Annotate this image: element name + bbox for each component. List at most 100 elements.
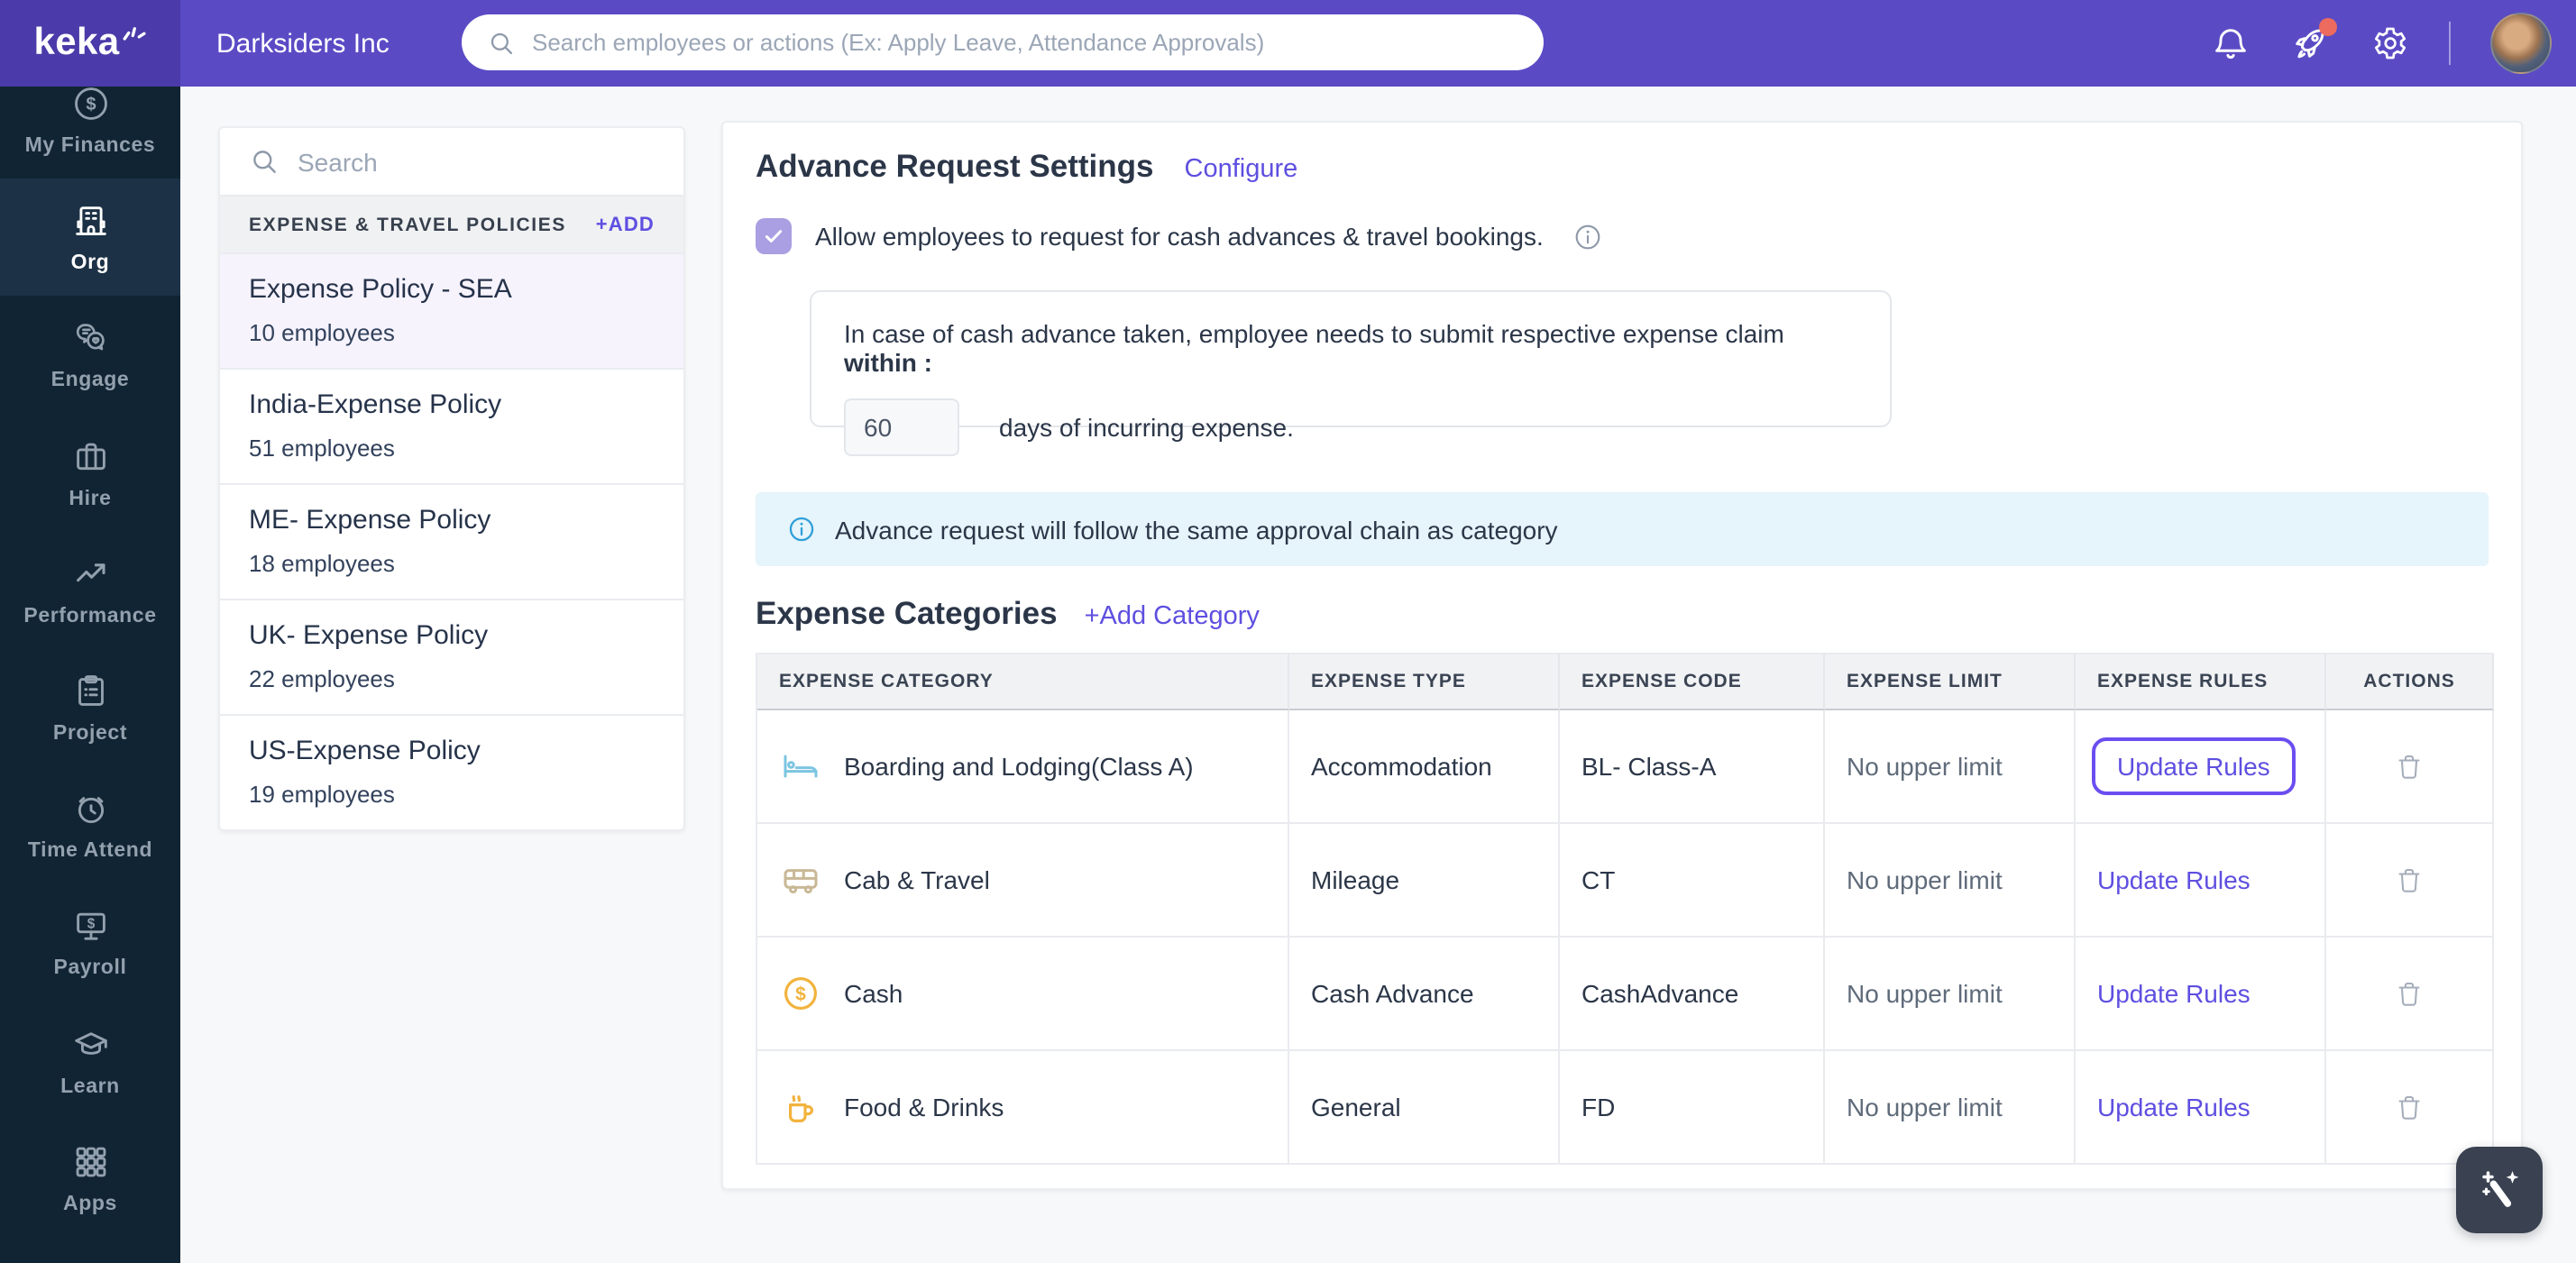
global-search-input[interactable] (532, 29, 1518, 56)
policies-search-input[interactable] (298, 147, 655, 176)
sidebar-item[interactable]: Org (0, 178, 180, 297)
col-expense-rules: EXPENSE RULES (2076, 653, 2326, 710)
sidebar-item[interactable]: Learn (0, 1002, 180, 1119)
policy-list-item[interactable]: Expense Policy - SEA 10 employees (220, 254, 683, 370)
expense-type-cell: Cash Advance (1289, 938, 1560, 1051)
policies-panel: EXPENSE & TRAVEL POLICIES +ADD Expense P… (218, 126, 685, 831)
learn-icon (69, 1023, 111, 1065)
policies-search (220, 128, 683, 197)
trash-icon[interactable] (2393, 976, 2425, 1011)
notification-dot (2318, 18, 2336, 36)
app-root: keka Darksiders Inc $ My Fi (0, 0, 2576, 1263)
policy-list-item[interactable]: US-Expense Policy 19 employees (220, 716, 683, 829)
trash-icon[interactable] (2393, 749, 2425, 783)
policy-name: India-Expense Policy (249, 389, 502, 420)
keka-logo[interactable]: keka (0, 0, 180, 87)
topbar-actions (2210, 0, 2551, 87)
logo-sparkle-icon (122, 20, 147, 45)
svg-text:$: $ (795, 984, 806, 1004)
expense-limit-cell: No upper limit (1847, 979, 2003, 1008)
sidebar-item[interactable]: Time Attend (0, 766, 180, 883)
global-search (462, 14, 1544, 70)
finance-icon: $ (69, 87, 111, 124)
hire-icon (69, 435, 111, 477)
policy-employee-count: 22 employees (249, 665, 395, 692)
sidebar-item[interactable]: Engage (0, 297, 180, 414)
policy-list-item[interactable]: UK- Expense Policy 22 employees (220, 600, 683, 716)
policies-section-title: EXPENSE & TRAVEL POLICIES (249, 214, 566, 235)
trash-icon[interactable] (2393, 1090, 2425, 1124)
col-actions: ACTIONS (2326, 653, 2494, 710)
avatar[interactable] (2489, 13, 2551, 74)
policy-list-item[interactable]: ME- Expense Policy 18 employees (220, 485, 683, 600)
col-expense-category: EXPENSE CATEGORY (757, 653, 1289, 710)
categories-table: EXPENSE CATEGORY EXPENSE TYPE EXPENSE CO… (756, 653, 2494, 1165)
company-name: Darksiders Inc (216, 28, 390, 59)
gear-icon[interactable] (2369, 23, 2408, 63)
mug-icon (779, 1085, 822, 1129)
search-icon (253, 151, 276, 173)
policy-list: Expense Policy - SEA 10 employees India-… (220, 254, 683, 829)
info-icon-blue (786, 514, 817, 545)
policy-name: Expense Policy - SEA (249, 274, 512, 305)
categories-title: Expense Categories (756, 595, 1058, 631)
category-table-row: Food & Drinks General FD No upper limit … (757, 1051, 2494, 1165)
add-policy-button[interactable]: +ADD (596, 214, 655, 235)
category-table-row: Cab & Travel Mileage CT No upper limit U… (757, 824, 2494, 938)
add-category-link[interactable]: +Add Category (1085, 602, 1260, 631)
topbar: keka Darksiders Inc (0, 0, 2576, 87)
info-icon[interactable] (1572, 221, 1603, 252)
sidebar-item[interactable]: Hire (0, 414, 180, 531)
configure-link[interactable]: Configure (1185, 155, 1298, 184)
days-input[interactable] (844, 398, 959, 456)
policy-employee-count: 10 employees (249, 319, 395, 346)
search-icon (490, 32, 513, 54)
performance-icon (69, 554, 111, 595)
policies-header: EXPENSE & TRAVEL POLICIES +ADD (220, 197, 683, 254)
van-icon (779, 858, 822, 901)
sidebar: $ My Finances Org Engage Hire Performanc… (0, 87, 180, 1263)
expense-limit-cell: No upper limit (1847, 865, 2003, 894)
expense-type-cell: Mileage (1289, 824, 1560, 938)
project-icon (69, 671, 111, 712)
engage-icon (69, 318, 111, 360)
category-name: Food & Drinks (844, 1093, 1004, 1121)
approval-info-banner: Advance request will follow the same app… (756, 492, 2489, 566)
expense-type-cell: Accommodation (1289, 710, 1560, 824)
allow-advance-checkbox[interactable] (756, 218, 792, 254)
content-area: EXPENSE & TRAVEL POLICIES +ADD Expense P… (180, 87, 2576, 1263)
trash-icon[interactable] (2393, 863, 2425, 897)
check-icon (765, 230, 783, 243)
sidebar-item[interactable]: Project (0, 649, 180, 766)
time-icon (69, 788, 111, 829)
topbar-divider (2448, 22, 2450, 65)
update-rules-link[interactable]: Update Rules (2097, 1093, 2251, 1121)
claim-period-box: In case of cash advance taken, employee … (810, 290, 1892, 456)
policy-employee-count: 51 employees (249, 435, 395, 462)
policy-list-item[interactable]: India-Expense Policy 51 employees (220, 370, 683, 485)
category-name: Cab & Travel (844, 865, 990, 894)
policy-employee-count: 18 employees (249, 550, 395, 577)
magic-wand-icon (2482, 1171, 2519, 1207)
bell-icon[interactable] (2210, 23, 2250, 63)
org-icon (69, 201, 111, 243)
sidebar-item[interactable]: Apps (0, 1119, 180, 1236)
apps-icon (69, 1141, 111, 1183)
update-rules-link[interactable]: Update Rules (2092, 737, 2296, 795)
col-expense-code: EXPENSE CODE (1560, 653, 1825, 710)
update-rules-link[interactable]: Update Rules (2097, 865, 2251, 894)
category-table-row: Boarding and Lodging(Class A) Accommodat… (757, 710, 2494, 824)
ai-assistant-button[interactable] (2456, 1147, 2543, 1233)
svg-text:$: $ (85, 95, 95, 114)
sidebar-item[interactable]: Performance (0, 532, 180, 649)
sidebar-item[interactable]: $ Payroll (0, 884, 180, 1002)
category-name: Boarding and Lodging(Class A) (844, 752, 1194, 781)
expense-type-cell: General (1289, 1051, 1560, 1165)
allow-advance-label: Allow employees to request for cash adva… (815, 222, 1544, 251)
expense-limit-cell: No upper limit (1847, 1093, 2003, 1121)
advance-settings-card: Advance Request Settings Configure Allow… (721, 121, 2523, 1190)
expense-limit-cell: No upper limit (1847, 752, 2003, 781)
sidebar-item[interactable]: $ My Finances (0, 87, 180, 178)
update-rules-link[interactable]: Update Rules (2097, 979, 2251, 1008)
rocket-icon[interactable] (2289, 18, 2336, 63)
